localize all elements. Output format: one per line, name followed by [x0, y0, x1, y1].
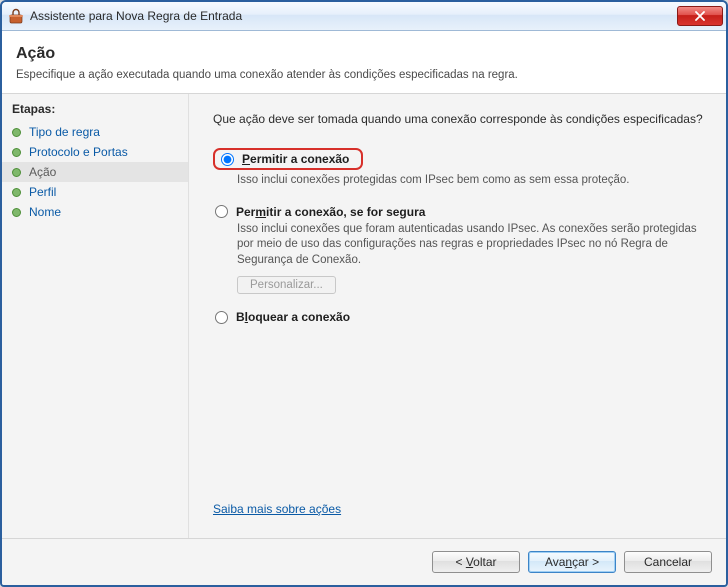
option-allow-title: Permitir a conexão: [242, 152, 349, 166]
cancel-button[interactable]: Cancelar: [624, 551, 712, 573]
body: Etapas: Tipo de regra Protocolo e Portas…: [2, 94, 726, 538]
step-label: Perfil: [29, 185, 56, 199]
close-button[interactable]: [677, 6, 723, 26]
steps-title: Etapas:: [2, 98, 188, 122]
close-icon: [694, 11, 706, 21]
step-rule-type[interactable]: Tipo de regra: [2, 122, 188, 142]
option-allow-secure-desc: Isso inclui conexões que foram autentica…: [237, 222, 697, 269]
header: Ação Especifique a ação executada quando…: [2, 31, 726, 94]
option-allow-secure: Permitir a conexão, se for segura Isso i…: [213, 205, 704, 295]
step-profile[interactable]: Perfil: [2, 182, 188, 202]
option-allow-highlight: Permitir a conexão: [213, 148, 363, 170]
step-label: Ação: [29, 165, 56, 179]
steps-sidebar: Etapas: Tipo de regra Protocolo e Portas…: [2, 94, 189, 538]
titlebar: Assistente para Nova Regra de Entrada: [2, 2, 726, 31]
next-button[interactable]: Avançar >: [528, 551, 616, 573]
back-button[interactable]: < Voltar: [432, 551, 520, 573]
app-icon: [8, 8, 24, 24]
window-title: Assistente para Nova Regra de Entrada: [30, 9, 677, 23]
page-subtitle: Especifique a ação executada quando uma …: [16, 69, 712, 81]
option-allow-secure-title: Permitir a conexão, se for segura: [236, 205, 425, 219]
footer: < Voltar Avançar > Cancelar: [2, 538, 726, 585]
step-label: Protocolo e Portas: [29, 145, 128, 159]
step-bullet-icon: [12, 128, 21, 137]
step-bullet-icon: [12, 168, 21, 177]
option-block-title: Bloquear a conexão: [236, 310, 350, 324]
step-name[interactable]: Nome: [2, 202, 188, 222]
step-bullet-icon: [12, 188, 21, 197]
page-title: Ação: [16, 45, 712, 63]
learn-more-link[interactable]: Saiba mais sobre ações: [213, 502, 341, 516]
step-bullet-icon: [12, 208, 21, 217]
step-bullet-icon: [12, 148, 21, 157]
option-block: Bloquear a conexão: [213, 310, 704, 324]
main-panel: Que ação deve ser tomada quando uma cone…: [189, 94, 726, 538]
radio-allow-secure[interactable]: [215, 205, 228, 218]
radio-block[interactable]: [215, 311, 228, 324]
step-protocol-ports[interactable]: Protocolo e Portas: [2, 142, 188, 162]
step-label: Tipo de regra: [29, 125, 100, 139]
customize-button: Personalizar...: [237, 276, 336, 294]
step-label: Nome: [29, 205, 61, 219]
option-allow: Permitir a conexão Isso inclui conexões …: [213, 148, 704, 189]
wizard-window: Assistente para Nova Regra de Entrada Aç…: [0, 0, 728, 587]
radio-allow[interactable]: [221, 153, 234, 166]
step-action[interactable]: Ação: [2, 162, 188, 182]
option-allow-desc: Isso inclui conexões protegidas com IPse…: [237, 173, 697, 189]
question-text: Que ação deve ser tomada quando uma cone…: [213, 112, 704, 126]
